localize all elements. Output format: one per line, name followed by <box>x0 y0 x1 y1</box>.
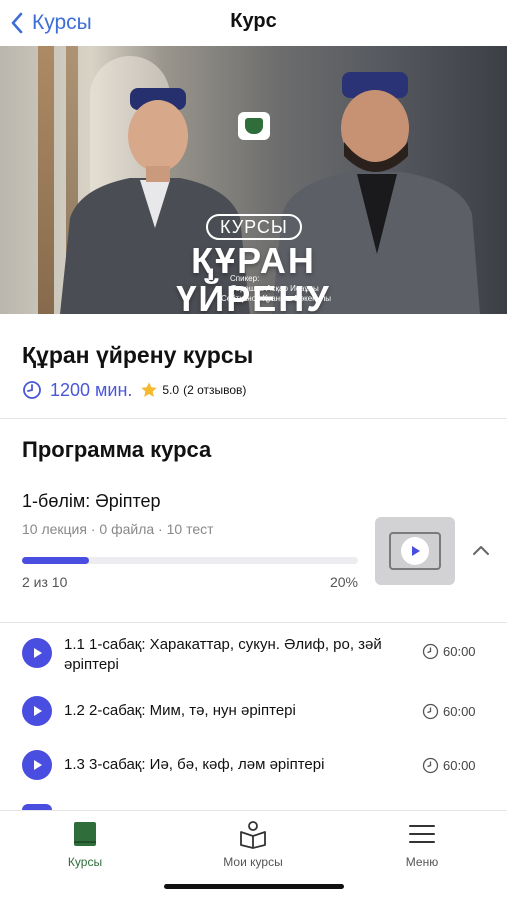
section-progress-bar <box>22 557 358 564</box>
tab-label: Мои курсы <box>223 855 283 869</box>
tab-my-courses[interactable]: Мои курсы <box>193 819 313 869</box>
lesson-item[interactable]: 1.3 3-сабақ: Иә, бә, кәф, ләм әріптері 6… <box>0 750 507 782</box>
page-title: Курс <box>230 10 277 32</box>
lesson-play-button[interactable] <box>22 750 52 780</box>
play-icon <box>34 648 42 658</box>
lesson-title: 1.2 2-сабақ: Мим, тә, нун әріптері <box>64 702 296 719</box>
brand-logo <box>238 112 270 140</box>
clock-icon <box>422 643 439 660</box>
program-title: Программа курса <box>22 437 212 462</box>
progress-count: 2 из 10 <box>22 574 68 590</box>
lesson-duration-text: 60:00 <box>443 758 476 773</box>
clock-icon <box>422 757 439 774</box>
divider <box>0 418 507 419</box>
home-indicator <box>164 884 344 889</box>
clock-icon <box>422 703 439 720</box>
lesson-play-button[interactable] <box>22 696 52 726</box>
section-video-thumbnail[interactable] <box>375 517 455 585</box>
book-icon <box>74 822 96 846</box>
tab-label: Меню <box>405 855 439 869</box>
section-meta: 10 лекция · 0 файла · 10 тест <box>22 521 214 537</box>
star-icon <box>141 382 158 397</box>
clock-icon <box>23 381 41 399</box>
menu-icon <box>409 825 435 843</box>
divider <box>0 622 507 623</box>
tab-menu[interactable]: Меню <box>362 819 482 869</box>
lesson-play-button[interactable] <box>22 638 52 668</box>
progress-percent: 20% <box>329 574 358 590</box>
lesson-item[interactable]: 1.2 2-сабақ: Мим, тә, нун әріптері 60:00 <box>0 696 507 728</box>
tab-label: Курсы <box>67 855 103 869</box>
banner-badge: КУРСЫ <box>206 214 302 240</box>
progress-fill <box>22 557 90 564</box>
open-book-person-icon <box>240 821 266 849</box>
course-title: Құран үйрену курсы <box>22 342 254 368</box>
play-icon <box>412 546 420 556</box>
lesson-title: 1.1 1-сабақ: Харакаттар, сукун. Әлиф, ро… <box>64 636 382 673</box>
course-reviews[interactable]: (2 отзывов) <box>183 383 246 397</box>
lesson-duration-text: 60:00 <box>443 704 476 719</box>
speaker-name: Торешов Асқар Исаұлы <box>231 284 319 293</box>
section-title[interactable]: 1-бөлім: Әріптер <box>22 491 161 512</box>
lesson-duration: 60:00 <box>422 643 476 660</box>
play-icon <box>34 706 42 716</box>
course-rating: 5.0 <box>162 383 180 397</box>
speaker-name: Сейтқанов Қуаныш Бәкенұлы <box>220 294 332 303</box>
lesson-title: 1.3 3-сабақ: Иә, бә, кәф, ләм әріптері <box>64 756 325 773</box>
course-meta: 1200 мин. 5.0 (2 отзывов) <box>22 378 246 402</box>
tab-courses[interactable]: Курсы <box>25 819 145 869</box>
lesson-item[interactable]: 1.1 1-сабақ: Харакаттар, сукун. Әлиф, ро… <box>0 633 507 677</box>
chevron-up-icon[interactable] <box>470 540 492 562</box>
nav-bar: Курсы Курс <box>0 0 507 46</box>
lesson-duration: 60:00 <box>422 757 476 774</box>
lesson-duration: 60:00 <box>422 703 476 720</box>
lesson-duration-text: 60:00 <box>443 644 476 659</box>
speaker-label: Спикер: <box>230 274 260 283</box>
play-icon <box>34 760 42 770</box>
course-duration: 1200 мин. <box>50 379 133 400</box>
